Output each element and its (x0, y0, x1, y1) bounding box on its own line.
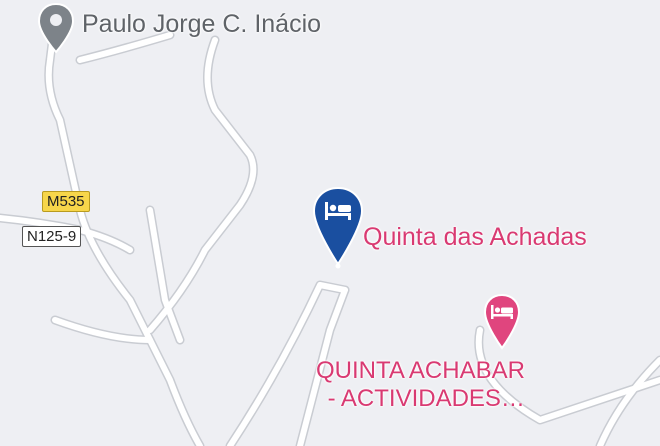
road-shield-n125-9: N125-9 (22, 226, 82, 247)
poi-label-top[interactable]: Paulo Jorge C. Inácio (82, 10, 321, 39)
hotel-marker-secondary[interactable] (482, 292, 522, 355)
hotel-label-secondary[interactable]: QUINTA ACHABAR - ACTIVIDADES… (316, 357, 525, 413)
hotel-label-secondary-line1: QUINTA ACHABAR (316, 357, 525, 384)
hotel-label-selected[interactable]: Quinta das Achadas (363, 223, 587, 252)
location-pin-icon[interactable] (36, 2, 76, 59)
hotel-label-secondary-line2: - ACTIVIDADES… (327, 385, 525, 412)
road-shield-m535: M535 (42, 191, 90, 212)
hotel-marker-selected[interactable] (310, 184, 366, 275)
map-canvas[interactable]: Paulo Jorge C. Inácio M535 N125-9 Quinta… (0, 0, 660, 446)
